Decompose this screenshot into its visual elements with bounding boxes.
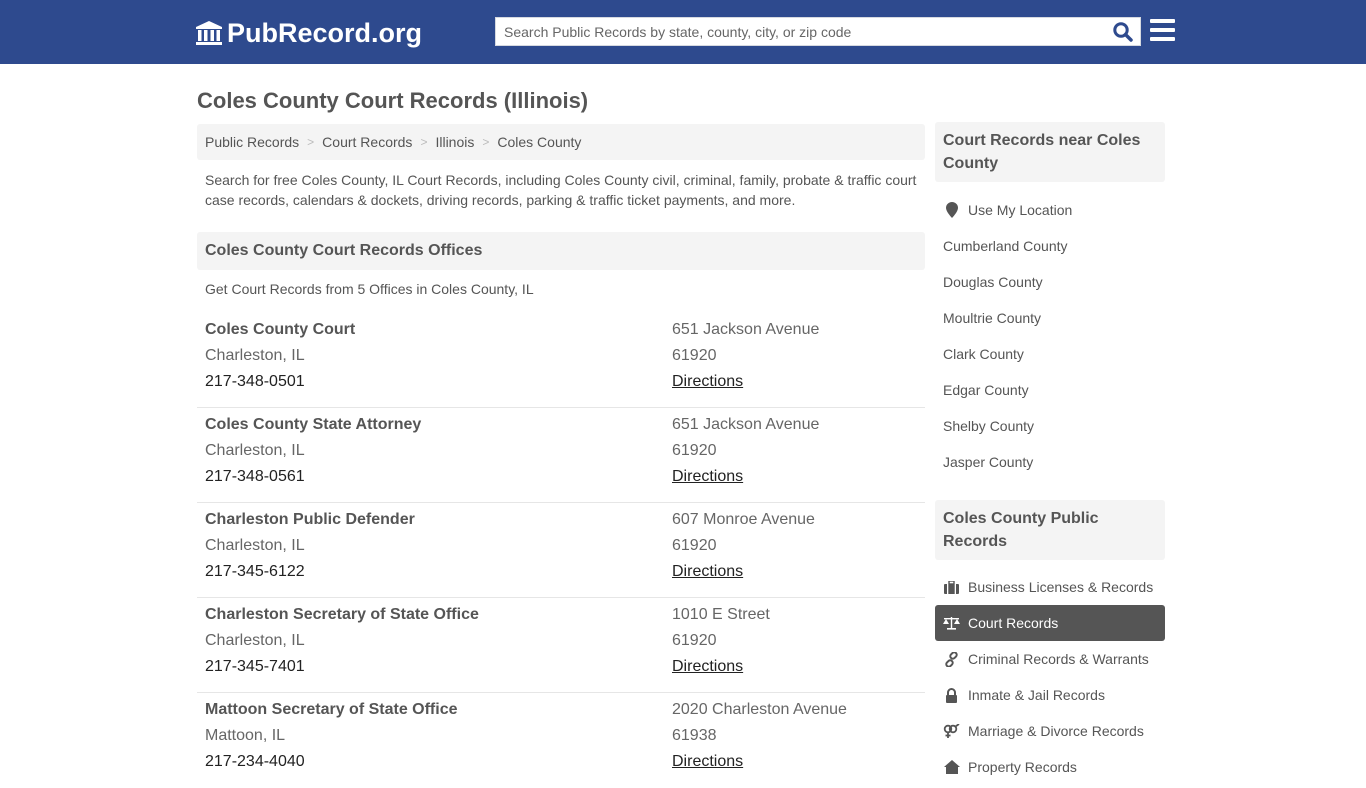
office-address: 651 Jackson Avenue [672,416,820,433]
office-phone[interactable]: 217-348-0561 [205,464,421,490]
breadcrumb-separator: > [420,135,428,149]
office-city: Charleston, IL [205,442,305,459]
sidebar-item-label: Marriage & Divorce Records [968,723,1144,739]
office-name[interactable]: Mattoon Secretary of State Office [205,697,458,723]
nearby-county-link[interactable]: Moultrie County [935,300,1165,336]
office-address: 651 Jackson Avenue [672,321,820,338]
offices-list: Coles County Court Charleston, IL 217-34… [197,313,925,788]
directions-link[interactable]: Directions [672,468,743,485]
use-my-location-link[interactable]: Use My Location [935,192,1165,228]
breadcrumb-public-records[interactable]: Public Records [205,134,299,150]
search-icon[interactable] [1112,21,1134,43]
office-zip: 61920 [672,537,717,554]
directions-link[interactable]: Directions [672,658,743,675]
courthouse-icon [196,21,222,45]
home-icon [943,759,960,775]
directions-link[interactable]: Directions [672,753,743,770]
lock-icon [943,687,960,703]
nearby-county-link[interactable]: Edgar County [935,372,1165,408]
public-records-heading: Coles County Public Records [935,500,1165,560]
office-address: 607 Monroe Avenue [672,511,815,528]
use-my-location-label: Use My Location [968,202,1073,218]
sidebar-item-inmate-records[interactable]: Inmate & Jail Records [935,677,1165,713]
office-zip: 61920 [672,347,717,364]
office-address: 2020 Charleston Avenue [672,701,847,718]
office-phone[interactable]: 217-348-0501 [205,369,355,395]
offices-section-heading: Coles County Court Records Offices [197,232,925,270]
directions-link[interactable]: Directions [672,373,743,390]
nearby-county-link[interactable]: Douglas County [935,264,1165,300]
office-address: 1010 E Street [672,606,770,623]
nearby-county-link[interactable]: Clark County [935,336,1165,372]
breadcrumb-illinois[interactable]: Illinois [435,134,474,150]
office-zip: 61920 [672,632,717,649]
office-city: Charleston, IL [205,632,305,649]
nearby-county-link[interactable]: Cumberland County [935,228,1165,264]
office-city: Charleston, IL [205,537,305,554]
briefcase-icon [943,579,960,595]
public-records-list: Business Licenses & Records Court Record… [935,569,1165,785]
sidebar-item-business-licenses[interactable]: Business Licenses & Records [935,569,1165,605]
link-icon [943,651,960,667]
search-input[interactable] [496,18,1106,45]
office-name[interactable]: Coles County State Attorney [205,412,421,438]
intro-text: Search for free Coles County, IL Court R… [205,172,917,208]
search-box [495,17,1141,46]
sidebar-item-criminal-records[interactable]: Criminal Records & Warrants [935,641,1165,677]
sidebar-item-label: Court Records [968,615,1059,631]
sidebar-item-label: Business Licenses & Records [968,579,1154,595]
office-name[interactable]: Coles County Court [205,317,355,343]
sidebar-item-court-records[interactable]: Court Records [935,605,1165,641]
breadcrumb-court-records[interactable]: Court Records [322,134,412,150]
directions-link[interactable]: Directions [672,563,743,580]
office-zip: 61920 [672,442,717,459]
office-zip: 61938 [672,727,717,744]
breadcrumb: Public Records > Court Records > Illinoi… [197,124,925,160]
map-marker-icon [943,202,960,218]
office-name[interactable]: Charleston Secretary of State Office [205,602,479,628]
sidebar-item-property-records[interactable]: Property Records [935,749,1165,785]
nearby-counties-list: Use My Location Cumberland County Dougla… [935,192,1165,480]
nearby-county-link[interactable]: Jasper County [935,444,1165,480]
breadcrumb-separator: > [307,135,315,149]
office-item: Charleston Secretary of State Office Cha… [197,598,925,693]
office-item: Coles County State Attorney Charleston, … [197,408,925,503]
site-logo[interactable]: PubRecord.org [195,16,422,50]
nearby-county-link[interactable]: Shelby County [935,408,1165,444]
sidebar-item-label: Property Records [968,759,1077,775]
sidebar-item-label: Inmate & Jail Records [968,687,1105,703]
balance-scale-icon [943,615,960,631]
venus-mars-icon [943,723,960,739]
office-phone[interactable]: 217-345-6122 [205,559,415,585]
office-item: Coles County Court Charleston, IL 217-34… [197,313,925,408]
office-city: Charleston, IL [205,347,305,364]
sidebar-item-label: Criminal Records & Warrants [968,651,1149,667]
office-city: Mattoon, IL [205,727,286,744]
nearby-court-records-heading: Court Records near Coles County [935,122,1165,182]
offices-subheading: Get Court Records from 5 Offices in Cole… [205,281,534,297]
page-title: Coles County Court Records (Illinois) [197,88,589,113]
logo-text: PubRecord.org [227,17,423,48]
hamburger-menu-icon[interactable] [1150,19,1175,42]
breadcrumb-coles-county[interactable]: Coles County [497,134,581,150]
sidebar-item-marriage-records[interactable]: Marriage & Divorce Records [935,713,1165,749]
office-item: Mattoon Secretary of State Office Mattoo… [197,693,925,788]
top-navigation-bar: PubRecord.org [0,0,1366,64]
office-item: Charleston Public Defender Charleston, I… [197,503,925,598]
office-phone[interactable]: 217-345-7401 [205,654,479,680]
office-name[interactable]: Charleston Public Defender [205,507,415,533]
office-phone[interactable]: 217-234-4040 [205,749,458,775]
breadcrumb-separator: > [482,135,490,149]
